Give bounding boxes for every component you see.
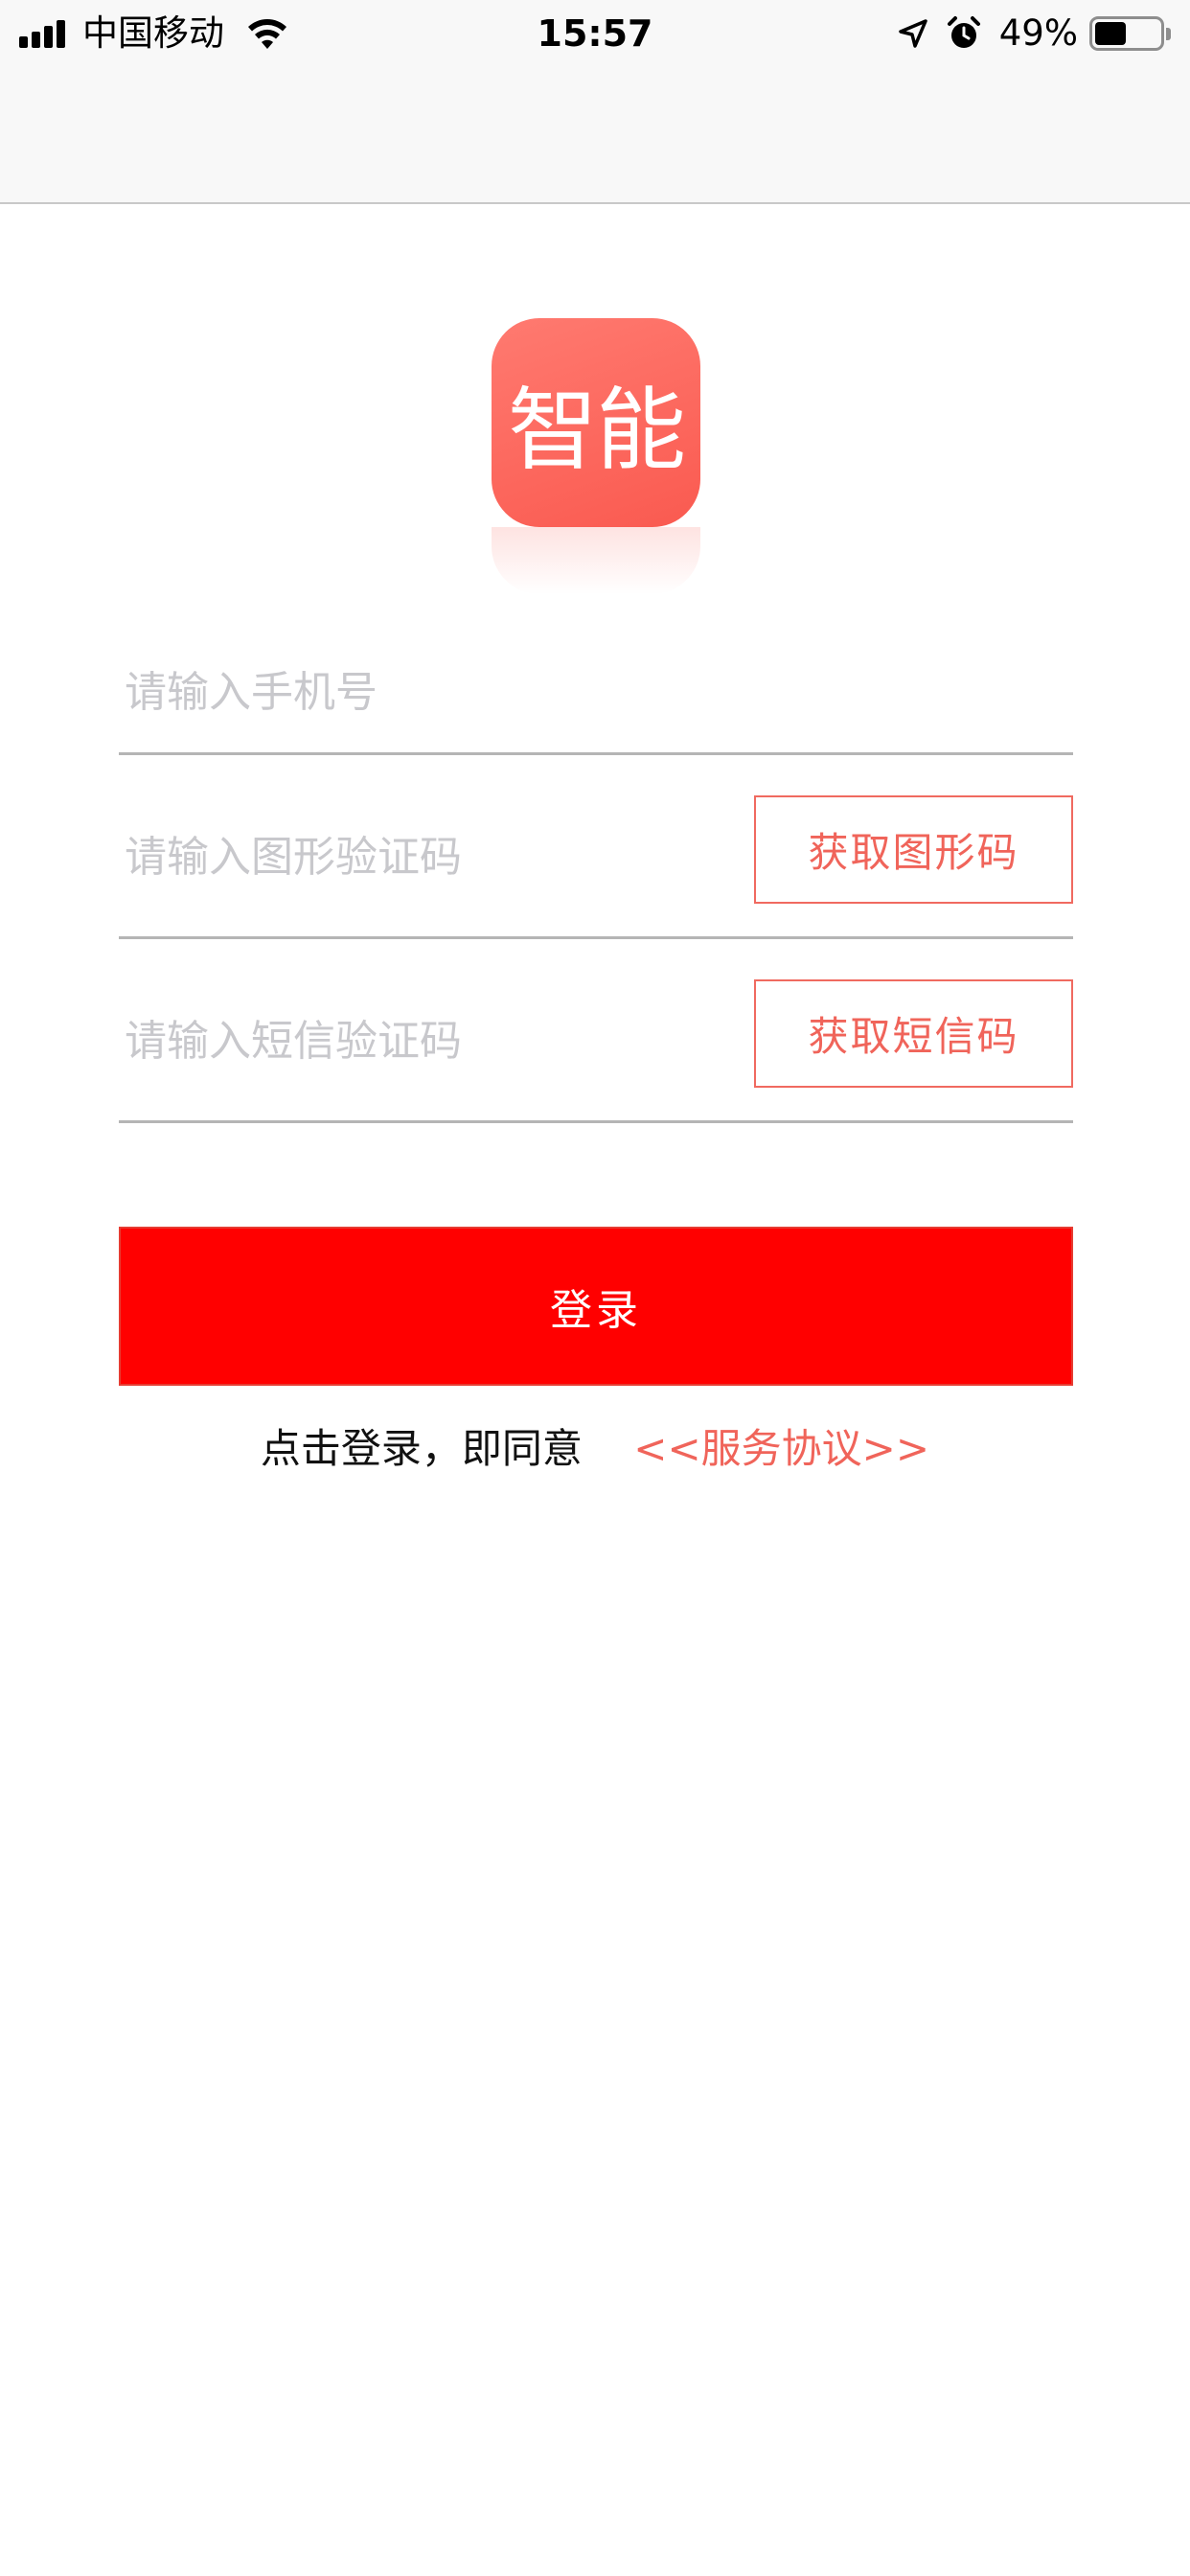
app-logo-icon: 智能: [492, 318, 700, 527]
get-image-code-button[interactable]: 获取图形码: [754, 795, 1073, 904]
battery-percent: 49%: [998, 12, 1078, 54]
app-logo-reflection: [492, 527, 700, 594]
app-logo-text: 智能: [507, 379, 686, 483]
location-arrow-icon: [899, 19, 927, 48]
status-bar: 中国移动 15:57 49%: [0, 0, 1190, 67]
service-agreement-link[interactable]: <<服务协议>>: [633, 1425, 929, 1472]
image-code-field: 获取图形码: [119, 755, 1073, 939]
sms-code-field: 获取短信码: [119, 939, 1073, 1123]
app-logo: 智能: [492, 318, 700, 594]
battery-cap: [1166, 27, 1171, 40]
battery-fill: [1095, 22, 1127, 45]
sms-code-input[interactable]: [125, 1012, 699, 1070]
navigation-bar: [0, 67, 1190, 204]
battery-icon: [1089, 16, 1164, 51]
alarm-icon: [947, 16, 980, 48]
status-right: 49%: [898, 8, 1171, 59]
phone-field: [119, 623, 1073, 755]
agreement-text: 点击登录，即同意: [260, 1425, 583, 1472]
login-button[interactable]: 登录: [119, 1227, 1073, 1386]
agreement-row: 点击登录，即同意 <<服务协议>>: [0, 1418, 1190, 1480]
get-sms-code-button[interactable]: 获取短信码: [754, 979, 1073, 1088]
phone-input[interactable]: [125, 663, 987, 721]
image-code-input[interactable]: [125, 828, 699, 886]
